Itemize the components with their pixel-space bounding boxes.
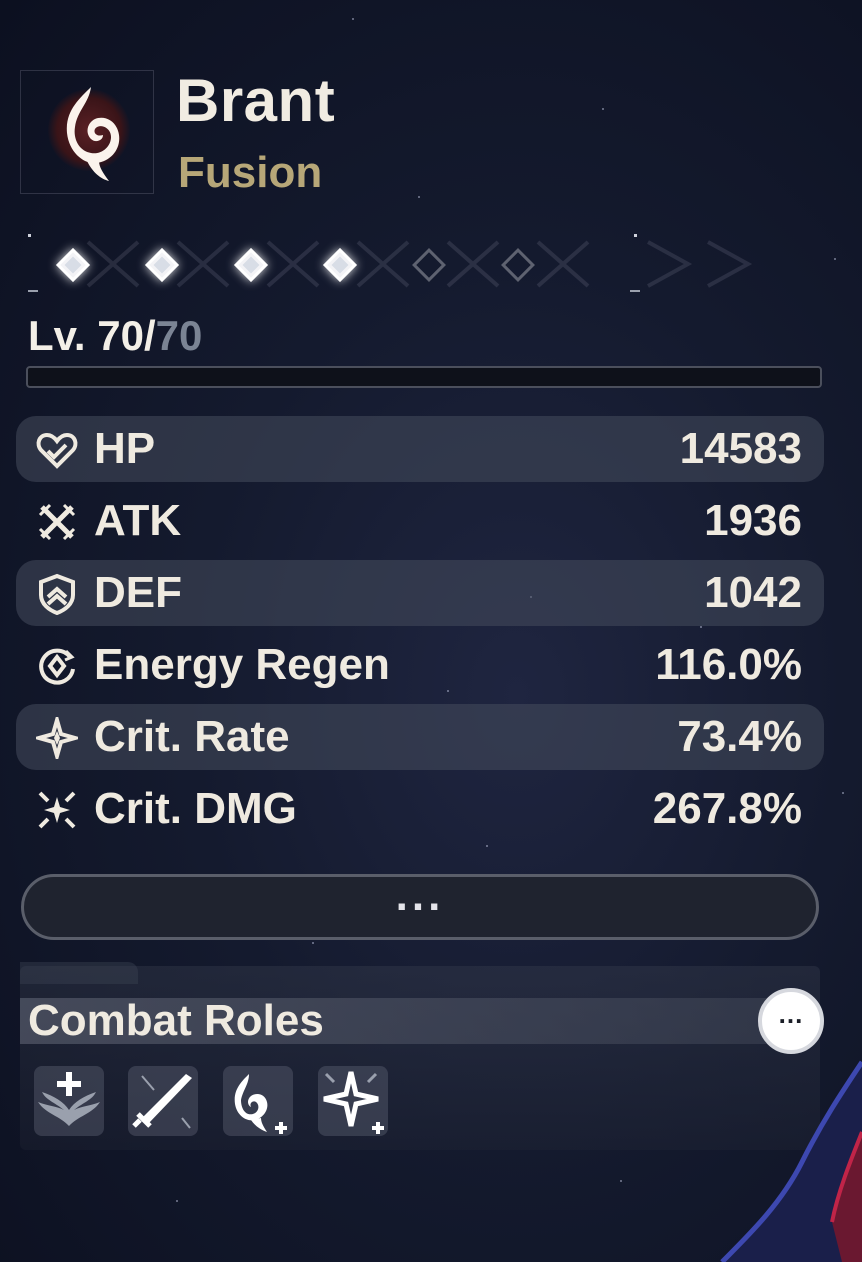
sequence-node-4[interactable] [323, 248, 357, 282]
sequence-node-1[interactable] [56, 248, 90, 282]
element-badge [20, 70, 154, 194]
resonance-chain-row [28, 230, 753, 300]
stat-value: 116.0% [655, 640, 802, 689]
stat-label: HP [94, 424, 156, 473]
fusion-amplify-icon [234, 1074, 287, 1134]
level-prefix: Lv. [28, 312, 98, 359]
stat-label: Energy Regen [94, 640, 390, 689]
crit-dmg-burst-icon [38, 791, 76, 829]
stat-row-hp: HP 14583 [16, 416, 824, 482]
hp-heart-icon [36, 432, 78, 469]
level-current: 70 [97, 312, 144, 359]
stat-label: DEF [94, 568, 182, 617]
character-art-fragment [720, 1060, 862, 1262]
crit-amplify-icon [323, 1071, 384, 1134]
fusion-flame-icon [66, 87, 120, 181]
atk-crossed-swords-icon [38, 503, 76, 541]
more-stats-button[interactable]: ... [21, 874, 819, 940]
sequence-node-5[interactable] [412, 248, 446, 282]
stat-value: 73.4% [677, 712, 802, 761]
stat-label: ATK [94, 496, 182, 545]
stat-row-crit-rate: Crit. Rate 73.4% [16, 704, 824, 770]
stat-row-crit-dmg: Crit. DMG 267.8% [16, 776, 824, 842]
stat-value: 1042 [704, 568, 802, 617]
level-separator: / [143, 312, 156, 359]
level-max: 70 [155, 312, 203, 359]
role-slot-attacker[interactable] [128, 1066, 198, 1136]
stat-value: 1936 [704, 496, 802, 545]
stat-row-atk: ATK 1936 [16, 488, 824, 554]
more-stats-label: ... [395, 871, 445, 920]
role-slot-crit-amplify[interactable] [318, 1066, 388, 1136]
sword-attack-icon [132, 1074, 192, 1129]
healer-wings-icon [38, 1072, 100, 1126]
sequence-node-2[interactable] [145, 248, 179, 282]
stat-value: 14583 [679, 424, 802, 473]
stat-label: Crit. Rate [94, 712, 290, 761]
chain-decoration [28, 234, 753, 292]
stats-list: HP 14583 ATK 1936 DEF 1042 Energy Regen … [16, 416, 824, 848]
sequence-node-6[interactable] [501, 248, 535, 282]
character-element: Fusion [178, 148, 323, 197]
sequence-node-3[interactable] [234, 248, 268, 282]
role-slot-fusion-amplify[interactable] [223, 1066, 293, 1136]
stat-row-energy-regen: Energy Regen 116.0% [16, 632, 824, 698]
stat-row-def: DEF 1042 [16, 560, 824, 626]
combat-roles-title: Combat Roles [28, 996, 324, 1045]
def-shield-icon [39, 573, 75, 615]
stat-label: Crit. DMG [94, 784, 297, 833]
level-display: Lv. 70/70 [28, 312, 202, 360]
role-slot-healer[interactable] [34, 1066, 104, 1136]
crit-rate-star-icon [36, 717, 78, 759]
character-name: Brant [176, 67, 336, 134]
stat-value: 267.8% [652, 784, 802, 833]
level-progress-bar [26, 366, 822, 388]
energy-regen-icon [39, 648, 75, 685]
